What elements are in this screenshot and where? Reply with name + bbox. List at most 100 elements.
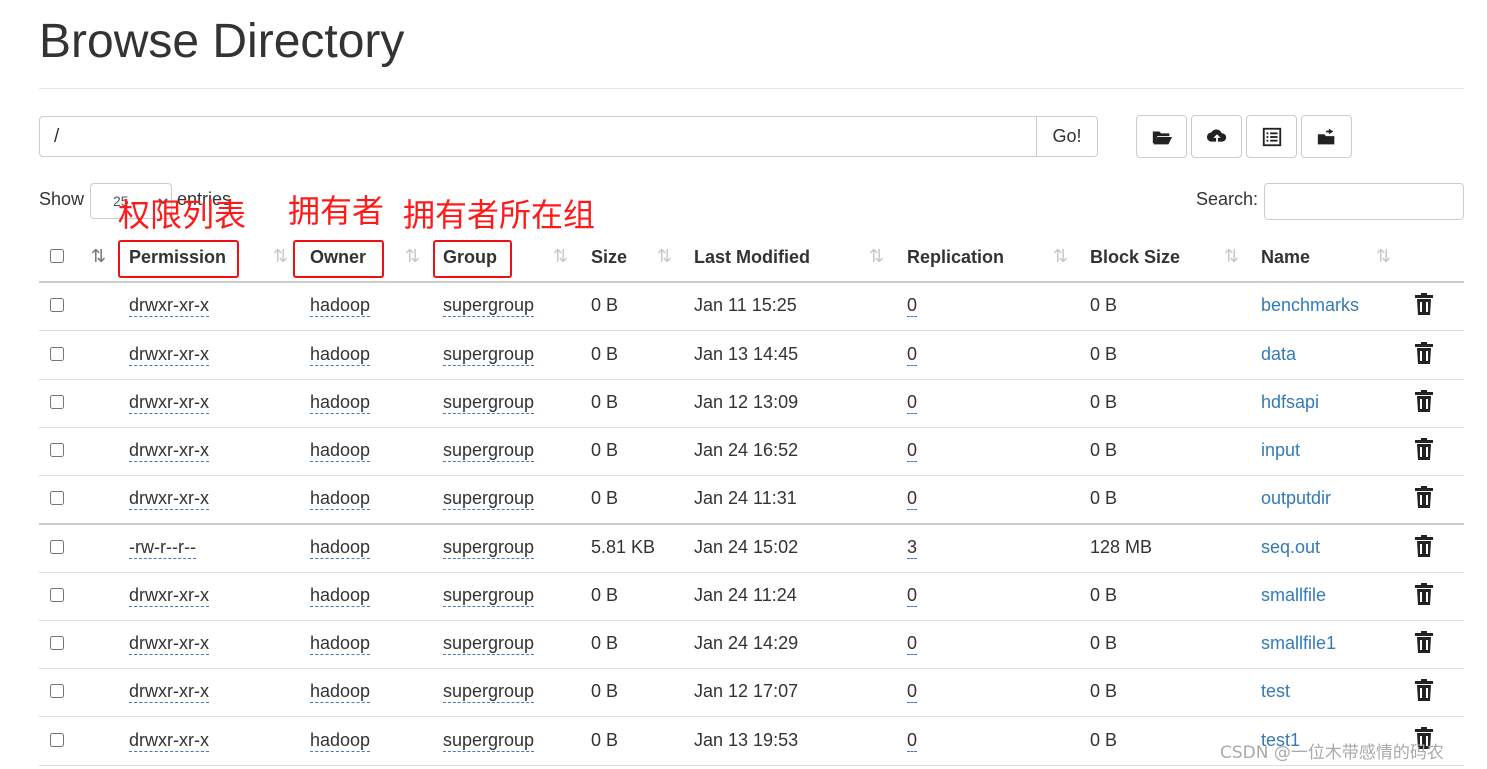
permission-cell[interactable]: drwxr-xr-x — [129, 343, 209, 366]
replication-cell[interactable]: 3 — [907, 536, 918, 559]
permission-cell[interactable]: drwxr-xr-x — [129, 439, 209, 462]
path-input[interactable] — [39, 116, 1037, 157]
row-checkbox[interactable] — [50, 298, 64, 312]
trash-icon[interactable] — [1414, 535, 1434, 557]
replication-cell[interactable]: 0 — [907, 584, 918, 607]
owner-cell[interactable]: hadoop — [310, 294, 371, 317]
sort-icon[interactable]: ⇅ — [1376, 246, 1391, 266]
replication-cell[interactable]: 0 — [907, 729, 918, 752]
create-directory-button[interactable] — [1136, 115, 1187, 158]
file-name-link[interactable]: benchmarks — [1261, 294, 1359, 316]
row-checkbox[interactable] — [50, 395, 64, 409]
row-checkbox[interactable] — [50, 491, 64, 505]
row-divider — [39, 668, 1464, 669]
sort-icon[interactable]: ⇅ — [1053, 246, 1068, 266]
cut-paste-button[interactable] — [1301, 115, 1352, 158]
owner-cell[interactable]: hadoop — [310, 343, 371, 366]
group-cell[interactable]: supergroup — [443, 343, 535, 366]
column-header-size[interactable]: Size — [591, 247, 627, 268]
permission-cell[interactable]: drwxr-xr-x — [129, 729, 209, 752]
permission-cell[interactable]: drwxr-xr-x — [129, 680, 209, 703]
row-checkbox[interactable] — [50, 588, 64, 602]
sort-icon[interactable]: ⇅ — [273, 246, 288, 266]
row-checkbox[interactable] — [50, 443, 64, 457]
file-name-link[interactable]: hdfsapi — [1261, 391, 1319, 413]
column-header-last-modified[interactable]: Last Modified — [694, 247, 810, 268]
group-cell[interactable]: supergroup — [443, 632, 535, 655]
file-name-link[interactable]: seq.out — [1261, 536, 1320, 558]
sort-icon[interactable]: ⇅ — [869, 246, 884, 266]
permission-cell[interactable]: drwxr-xr-x — [129, 487, 209, 510]
replication-cell[interactable]: 0 — [907, 343, 918, 366]
owner-cell[interactable]: hadoop — [310, 729, 371, 752]
trash-icon[interactable] — [1414, 390, 1434, 412]
sort-icon[interactable]: ⇅ — [657, 246, 672, 266]
file-name-link[interactable]: smallfile1 — [1261, 632, 1336, 654]
row-checkbox[interactable] — [50, 636, 64, 650]
go-button[interactable]: Go! — [1036, 116, 1098, 157]
size-cell: 0 B — [591, 392, 619, 412]
search-input[interactable] — [1264, 183, 1464, 220]
replication-cell[interactable]: 0 — [907, 294, 918, 317]
row-divider — [39, 427, 1464, 428]
replication-cell[interactable]: 0 — [907, 680, 918, 703]
sort-icon[interactable]: ⇅ — [405, 246, 420, 266]
file-name-link[interactable]: test — [1261, 680, 1290, 702]
file-name-link[interactable]: data — [1261, 343, 1296, 365]
trash-icon[interactable] — [1414, 583, 1434, 605]
replication-cell[interactable]: 0 — [907, 632, 918, 655]
column-header-permission[interactable]: Permission — [129, 247, 226, 268]
column-header-block-size[interactable]: Block Size — [1090, 247, 1180, 268]
permission-cell[interactable]: drwxr-xr-x — [129, 584, 209, 607]
replication-cell[interactable]: 0 — [907, 487, 918, 510]
last-modified-cell: Jan 12 17:07 — [694, 681, 799, 701]
replication-cell[interactable]: 0 — [907, 391, 918, 414]
owner-cell[interactable]: hadoop — [310, 584, 371, 607]
trash-icon[interactable] — [1414, 631, 1434, 653]
sort-icon[interactable]: ⇅ — [91, 246, 106, 266]
group-cell[interactable]: supergroup — [443, 439, 535, 462]
trash-icon[interactable] — [1414, 293, 1434, 315]
group-cell[interactable]: supergroup — [443, 391, 535, 414]
permission-cell[interactable]: drwxr-xr-x — [129, 391, 209, 414]
trash-icon[interactable] — [1414, 486, 1434, 508]
owner-cell[interactable]: hadoop — [310, 487, 371, 510]
trash-icon[interactable] — [1414, 438, 1434, 460]
owner-cell[interactable]: hadoop — [310, 391, 371, 414]
group-cell[interactable]: supergroup — [443, 584, 535, 607]
group-cell[interactable]: supergroup — [443, 487, 535, 510]
group-cell[interactable]: supergroup — [443, 680, 535, 703]
sort-icon[interactable]: ⇅ — [1224, 246, 1239, 266]
column-header-replication[interactable]: Replication — [907, 247, 1004, 268]
owner-cell[interactable]: hadoop — [310, 536, 371, 559]
group-cell[interactable]: supergroup — [443, 294, 535, 317]
file-name-link[interactable]: smallfile — [1261, 584, 1326, 606]
row-checkbox[interactable] — [50, 733, 64, 747]
select-all-checkbox[interactable] — [50, 249, 64, 263]
upload-button[interactable] — [1191, 115, 1242, 158]
replication-cell[interactable]: 0 — [907, 439, 918, 462]
owner-cell[interactable]: hadoop — [310, 680, 371, 703]
trash-icon[interactable] — [1414, 342, 1434, 364]
search-label: Search: — [1196, 189, 1259, 209]
row-checkbox[interactable] — [50, 684, 64, 698]
permission-cell[interactable]: -rw-r--r-- — [129, 536, 196, 559]
group-cell[interactable]: supergroup — [443, 729, 535, 752]
permission-cell[interactable]: drwxr-xr-x — [129, 294, 209, 317]
last-modified-cell: Jan 11 15:25 — [694, 295, 797, 315]
column-header-name[interactable]: Name — [1261, 247, 1310, 268]
list-view-button[interactable] — [1246, 115, 1297, 158]
file-name-link[interactable]: input — [1261, 439, 1300, 461]
row-checkbox[interactable] — [50, 540, 64, 554]
column-header-owner[interactable]: Owner — [310, 247, 366, 268]
trash-icon[interactable] — [1414, 679, 1434, 701]
permission-cell[interactable]: drwxr-xr-x — [129, 632, 209, 655]
row-checkbox[interactable] — [50, 347, 64, 361]
column-header-group[interactable]: Group — [443, 247, 497, 268]
owner-cell[interactable]: hadoop — [310, 632, 371, 655]
file-name-link[interactable]: outputdir — [1261, 487, 1331, 509]
owner-cell[interactable]: hadoop — [310, 439, 371, 462]
block-size-cell: 0 B — [1090, 488, 1118, 508]
group-cell[interactable]: supergroup — [443, 536, 535, 559]
sort-icon[interactable]: ⇅ — [553, 246, 568, 266]
